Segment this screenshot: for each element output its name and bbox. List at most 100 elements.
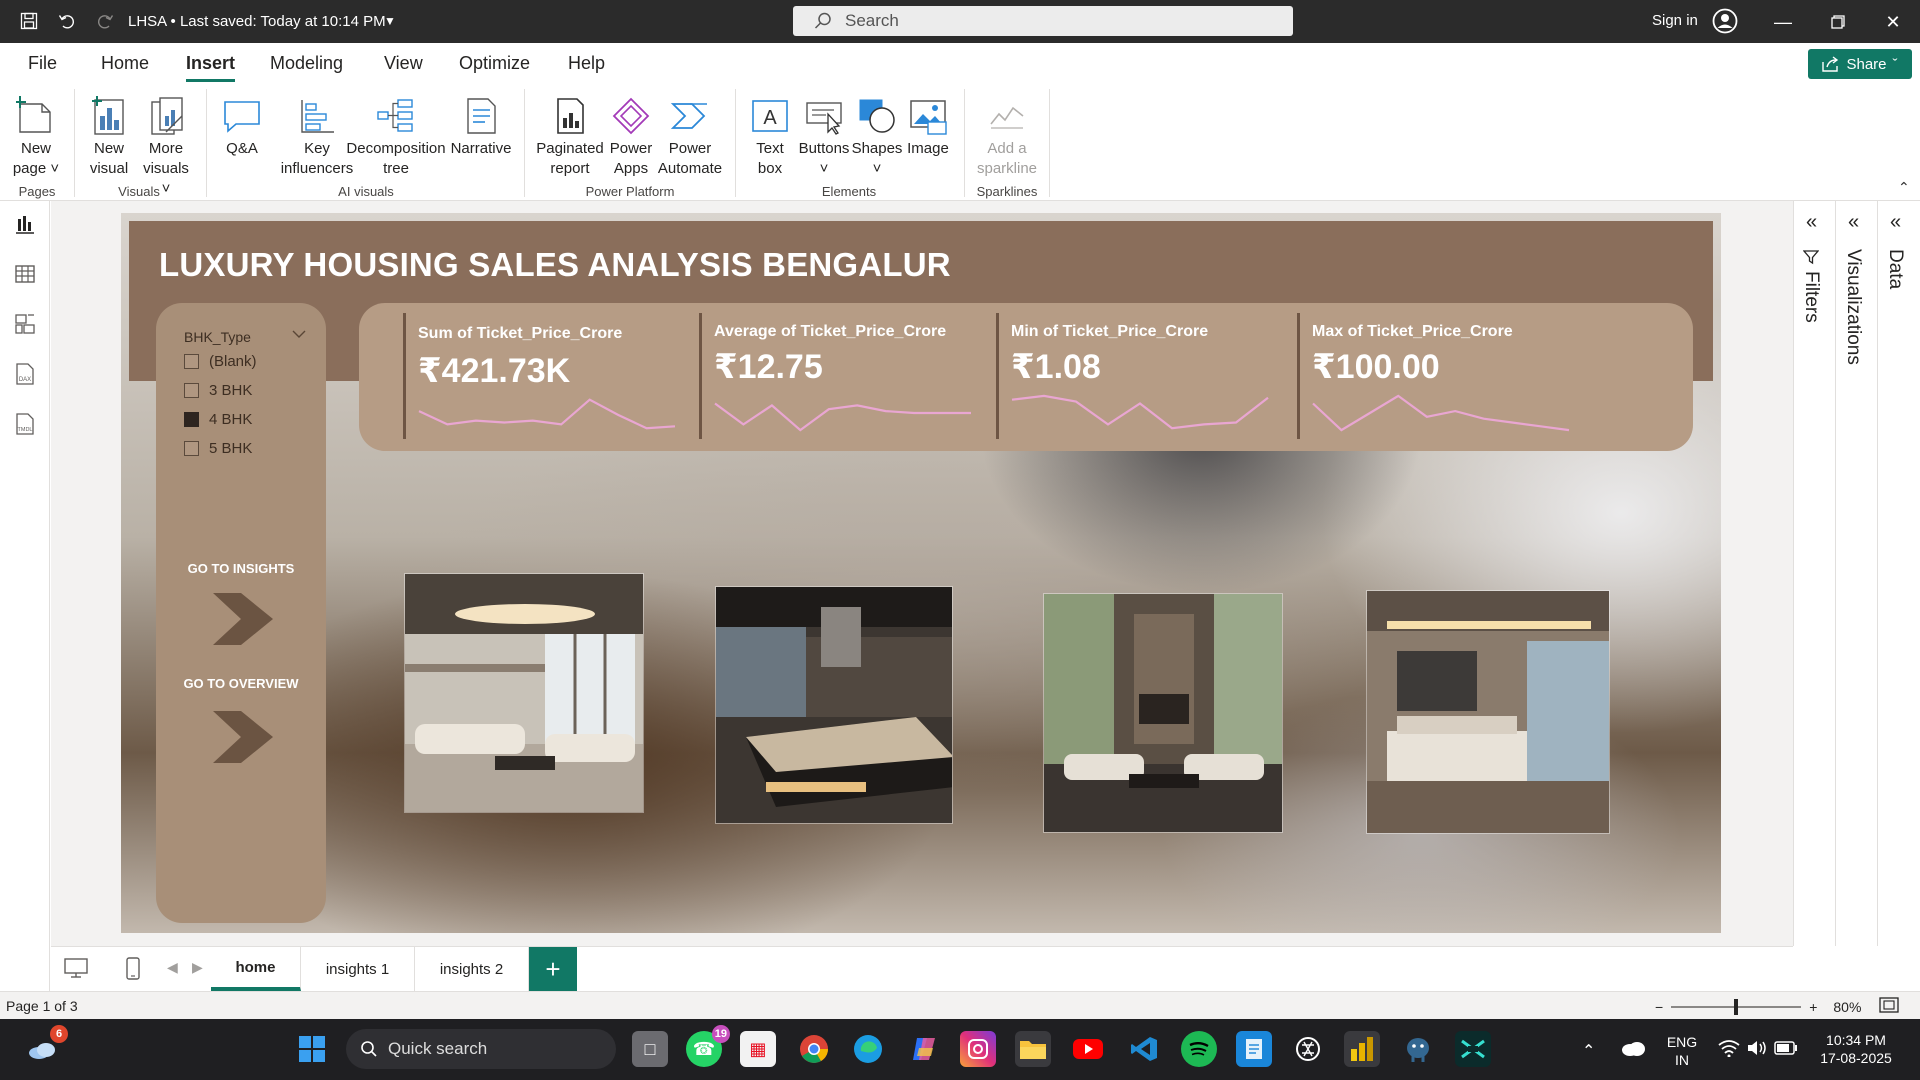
notepad-icon[interactable] bbox=[1236, 1031, 1272, 1067]
onedrive-icon[interactable] bbox=[1620, 1039, 1646, 1060]
checkbox-checked[interactable] bbox=[184, 412, 199, 427]
add-sparkline-button[interactable]: Add a sparkline bbox=[974, 93, 1040, 179]
power-automate-button[interactable]: Power Automate bbox=[654, 93, 726, 179]
qna-button[interactable]: Q&A bbox=[218, 93, 266, 159]
menu-file[interactable]: File bbox=[28, 53, 57, 74]
checkbox[interactable] bbox=[184, 354, 199, 369]
menu-insert[interactable]: Insert bbox=[186, 53, 236, 82]
add-page-button[interactable]: + bbox=[529, 947, 577, 991]
close-icon[interactable]: ✕ bbox=[1881, 10, 1905, 34]
kpi-card-min[interactable]: Min of Ticket_Price_Crore ₹1.08 bbox=[996, 313, 1296, 439]
visualizations-pane-label[interactable]: Visualizations bbox=[1842, 249, 1864, 365]
go-to-overview-arrow-icon[interactable] bbox=[211, 711, 275, 763]
weather-widget-icon[interactable]: 6 bbox=[24, 1025, 68, 1067]
tab-insights-2[interactable]: insights 2 bbox=[415, 947, 529, 991]
chatgpt-icon[interactable] bbox=[1290, 1031, 1326, 1067]
avatar-icon[interactable] bbox=[1712, 8, 1738, 37]
chrome-icon[interactable] bbox=[796, 1031, 832, 1067]
volume-icon[interactable] bbox=[1746, 1039, 1768, 1060]
mobile-layout-icon[interactable] bbox=[125, 957, 141, 984]
spotify-icon[interactable] bbox=[1181, 1031, 1217, 1067]
dax-query-view-icon[interactable]: DAX bbox=[12, 361, 38, 387]
buttons-dropdown[interactable]: Buttons ˅ bbox=[798, 93, 850, 179]
redo-icon[interactable] bbox=[94, 10, 116, 32]
vscode-icon[interactable] bbox=[1126, 1031, 1162, 1067]
go-to-insights-label[interactable]: GO TO INSIGHTS bbox=[156, 561, 326, 576]
wifi-icon[interactable] bbox=[1718, 1039, 1740, 1060]
postgresql-icon[interactable] bbox=[1400, 1031, 1436, 1067]
youtube-icon[interactable] bbox=[1070, 1031, 1106, 1067]
visualizations-pane-collapsed[interactable]: « Visualizations bbox=[1835, 201, 1877, 946]
data-pane-collapsed[interactable]: « Data bbox=[1877, 201, 1919, 946]
document-title[interactable]: LHSA • Last saved: Today at 10:14 PM bbox=[128, 13, 386, 30]
minimize-icon[interactable]: — bbox=[1771, 10, 1795, 34]
collapse-ribbon-icon[interactable]: ⌃ bbox=[1898, 179, 1910, 196]
zoom-level[interactable]: 80% bbox=[1833, 999, 1861, 1015]
go-to-insights-arrow-icon[interactable] bbox=[211, 593, 275, 645]
kpi-card-max[interactable]: Max of Ticket_Price_Crore ₹100.00 bbox=[1297, 313, 1597, 439]
undo-icon[interactable] bbox=[56, 10, 78, 32]
power-apps-button[interactable]: Power Apps bbox=[606, 93, 656, 179]
save-icon[interactable] bbox=[18, 10, 40, 32]
menu-optimize[interactable]: Optimize bbox=[459, 53, 530, 74]
tab-insights-1[interactable]: insights 1 bbox=[301, 947, 415, 991]
taskbar-search[interactable]: Quick search bbox=[346, 1029, 616, 1069]
expand-filters-icon[interactable]: « bbox=[1806, 211, 1817, 234]
filters-pane-collapsed[interactable]: « Filters bbox=[1793, 201, 1835, 946]
power-bi-icon[interactable] bbox=[1344, 1031, 1380, 1067]
start-icon[interactable] bbox=[294, 1031, 330, 1067]
zoom-slider[interactable] bbox=[1671, 998, 1802, 1015]
menu-view[interactable]: View bbox=[384, 53, 423, 74]
desktop-layout-icon[interactable] bbox=[63, 957, 89, 982]
checkbox[interactable] bbox=[184, 441, 199, 456]
slicer-item-blank[interactable]: (Blank) bbox=[184, 353, 257, 370]
menu-home[interactable]: Home bbox=[101, 53, 149, 74]
microsoft-store-icon[interactable]: ▦ bbox=[740, 1031, 776, 1067]
table-view-icon[interactable] bbox=[12, 261, 38, 287]
chevron-down-icon[interactable] bbox=[292, 327, 306, 342]
report-page[interactable]: LUXURY HOUSING SALES ANALYSIS BENGALUR B… bbox=[121, 213, 1721, 933]
menu-modeling[interactable]: Modeling bbox=[270, 53, 343, 74]
zoom-in-icon[interactable]: + bbox=[1809, 999, 1817, 1015]
instagram-icon[interactable] bbox=[960, 1031, 996, 1067]
zoom-out-icon[interactable]: − bbox=[1655, 999, 1663, 1015]
tab-home[interactable]: home bbox=[211, 947, 301, 991]
tab-scroll-left-icon[interactable]: ◀ bbox=[167, 959, 178, 976]
kpi-card-sum[interactable]: Sum of Ticket_Price_Crore ₹421.73K bbox=[403, 313, 693, 439]
slicer-item-4bhk[interactable]: 4 BHK bbox=[184, 411, 252, 428]
key-influencers-button[interactable]: Key influencers bbox=[279, 93, 355, 179]
tab-scroll-right-icon[interactable]: ▶ bbox=[192, 959, 203, 976]
fit-to-page-icon[interactable] bbox=[1879, 997, 1900, 1016]
restore-icon[interactable] bbox=[1826, 10, 1850, 34]
zoom-slider-thumb[interactable] bbox=[1734, 998, 1739, 1015]
narrative-button[interactable]: Narrative bbox=[448, 93, 514, 159]
clock[interactable]: 10:34 PM 17-08-2025 bbox=[1806, 1031, 1906, 1067]
data-pane-label[interactable]: Data bbox=[1884, 249, 1906, 289]
file-explorer-icon[interactable] bbox=[1015, 1031, 1051, 1067]
expand-data-icon[interactable]: « bbox=[1890, 211, 1901, 234]
expand-visualizations-icon[interactable]: « bbox=[1848, 211, 1859, 234]
tmdl-view-icon[interactable]: TMDL bbox=[12, 411, 38, 437]
capcut-icon[interactable] bbox=[1455, 1031, 1491, 1067]
decomposition-tree-button[interactable]: Decomposition tree bbox=[346, 93, 446, 179]
share-button[interactable]: Share ˇ bbox=[1808, 49, 1912, 79]
show-hidden-icons-icon[interactable]: ⌃ bbox=[1582, 1041, 1595, 1061]
battery-icon[interactable] bbox=[1774, 1040, 1798, 1059]
edge-icon[interactable] bbox=[850, 1031, 886, 1067]
slicer-item-5bhk[interactable]: 5 BHK bbox=[184, 440, 252, 457]
search-input[interactable]: Search bbox=[793, 6, 1293, 36]
language-indicator[interactable]: ENG IN bbox=[1664, 1033, 1700, 1069]
menu-help[interactable]: Help bbox=[568, 53, 605, 74]
report-view-icon[interactable] bbox=[12, 211, 38, 237]
checkbox[interactable] bbox=[184, 383, 199, 398]
slicer-item-3bhk[interactable]: 3 BHK bbox=[184, 382, 252, 399]
new-visual-button[interactable]: New visual bbox=[86, 93, 132, 179]
chevron-down-icon[interactable]: ▼ bbox=[384, 14, 396, 28]
whatsapp-icon[interactable]: ☎ 19 bbox=[686, 1025, 730, 1067]
image-button[interactable]: Image bbox=[904, 93, 952, 159]
sign-in-link[interactable]: Sign in bbox=[1652, 12, 1698, 29]
filters-pane-label[interactable]: Filters bbox=[1800, 249, 1822, 323]
text-box-button[interactable]: A Text box bbox=[746, 93, 794, 179]
paginated-report-button[interactable]: Paginated report bbox=[534, 93, 606, 179]
new-page-button[interactable]: New page ˅ bbox=[12, 93, 60, 179]
